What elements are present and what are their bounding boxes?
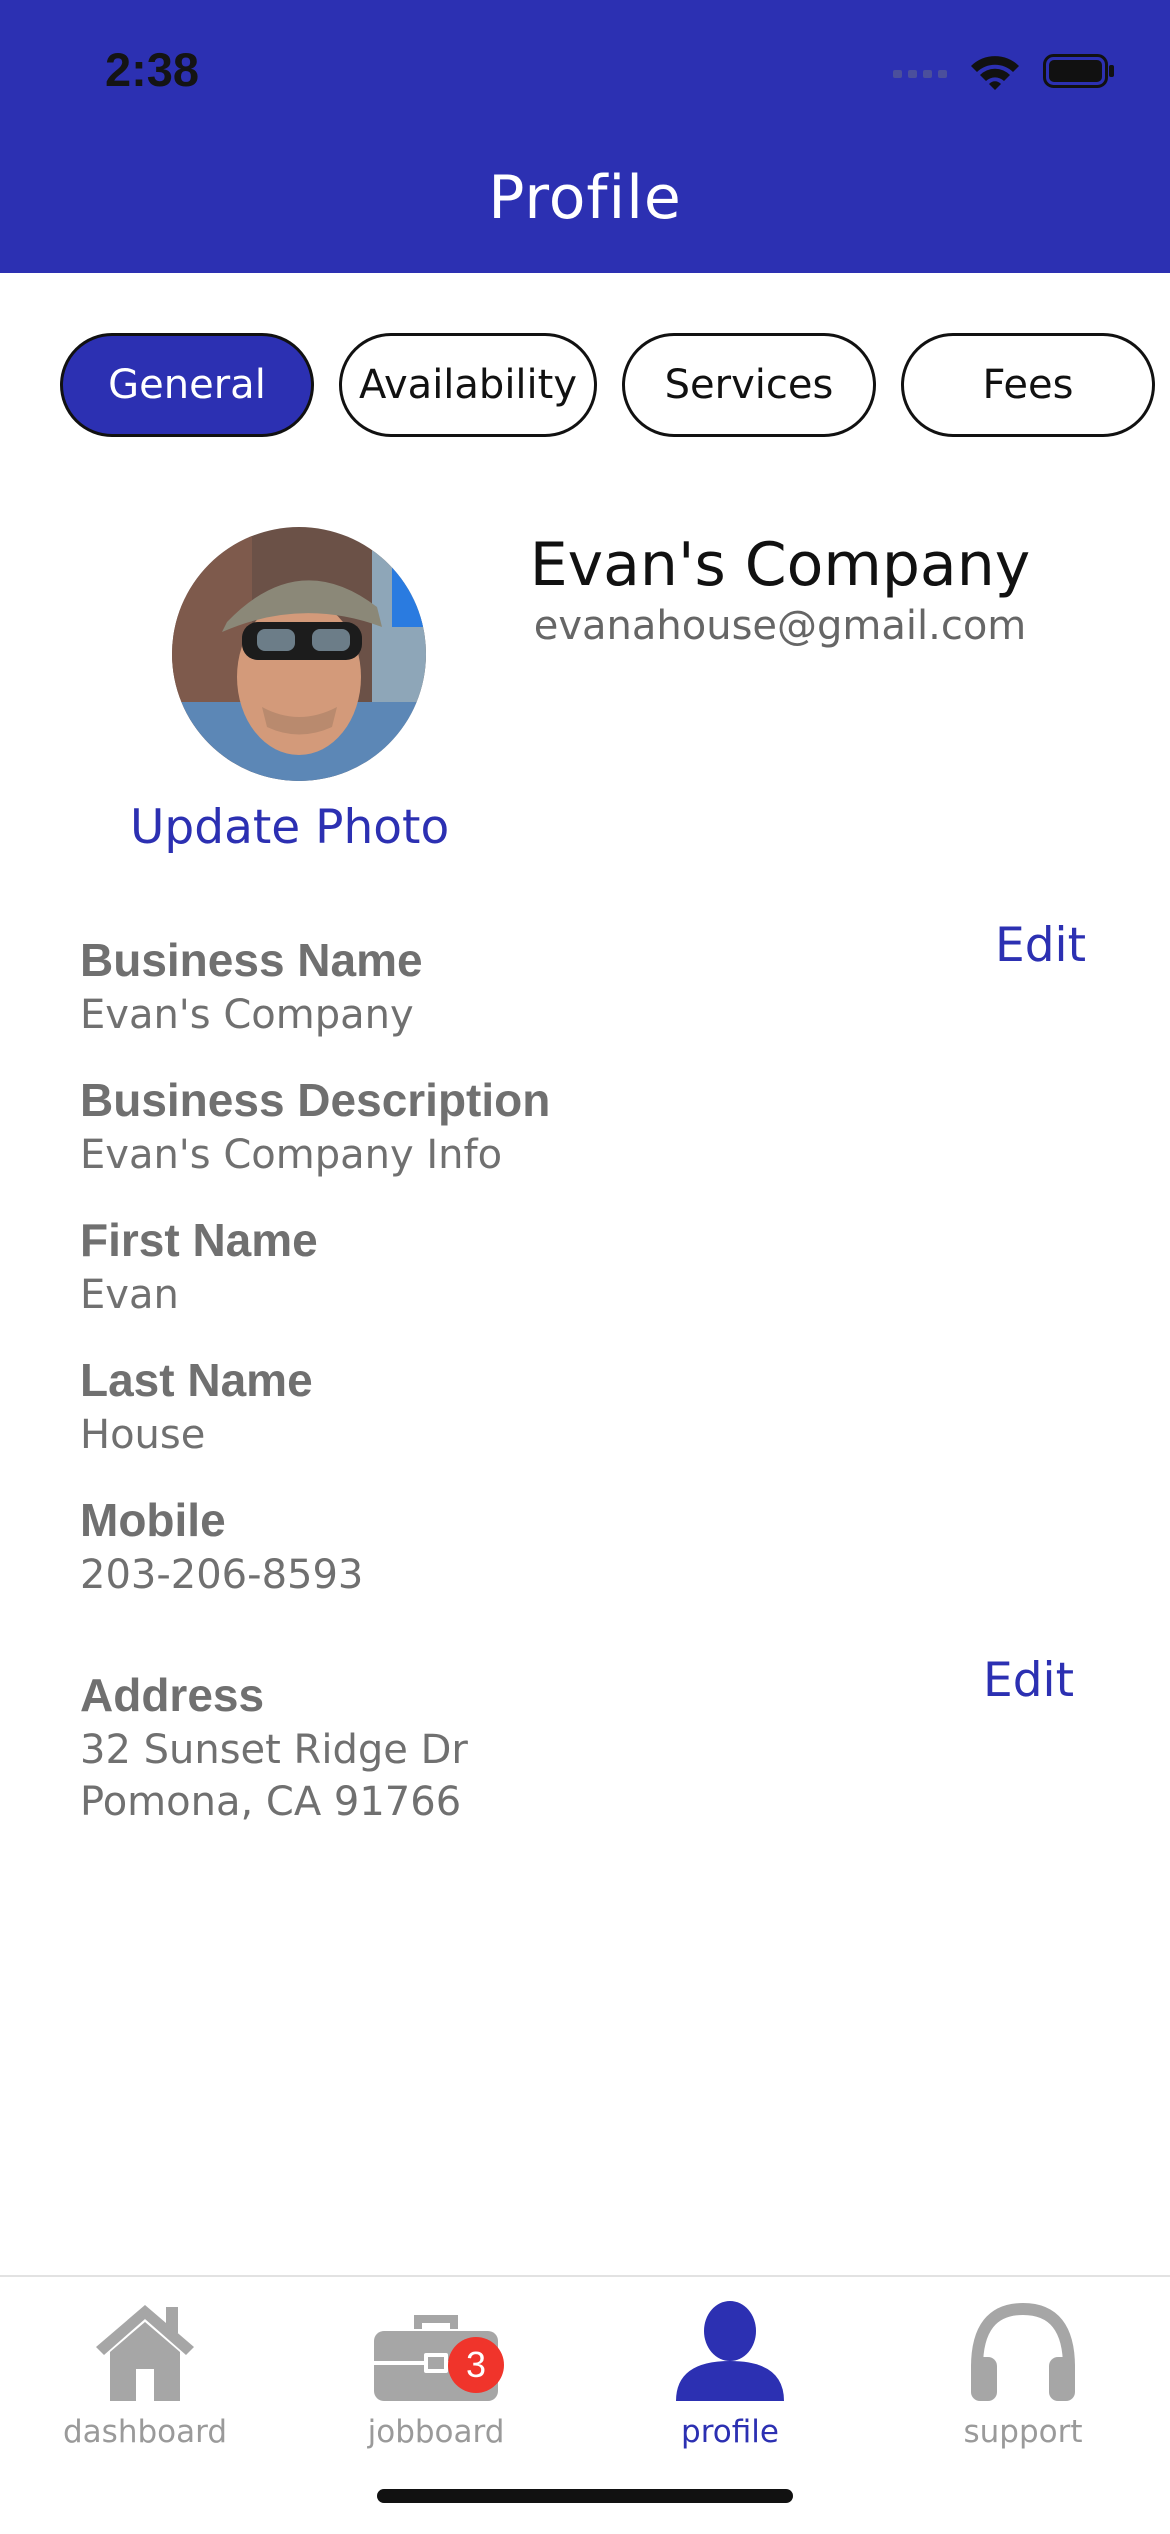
tabbar-label-jobboard: jobboard [367,2414,505,2450]
battery-icon [1043,54,1114,88]
business-name-label: Business Name [80,934,423,986]
last-name-value: House [80,1412,206,1458]
first-name-label: First Name [80,1214,318,1266]
tabbar-item-dashboard[interactable]: dashboard [45,2297,245,2450]
wifi-icon [971,56,1019,90]
business-description-value: Evan's Company Info [80,1132,503,1178]
status-time: 2:38 [105,43,200,96]
tabbar-label-dashboard: dashboard [63,2414,227,2450]
mobile-label: Mobile [80,1494,226,1546]
address-label: Address [80,1669,265,1721]
tabbar-item-jobboard[interactable]: 3 jobboard [336,2297,536,2450]
business-description-label: Business Description [80,1074,551,1126]
tab-services[interactable]: Services [622,333,876,437]
home-indicator[interactable] [377,2489,793,2503]
address-line2: Pomona, CA 91766 [80,1779,462,1825]
profile-photo [172,527,426,781]
avatar[interactable] [172,527,426,781]
tabbar-item-profile[interactable]: profile [630,2297,830,2450]
first-name-value: Evan [80,1272,179,1318]
profile-tabs: General Availability Services Fees [60,333,1155,437]
mobile-value: 203-206-8593 [80,1552,364,1598]
edit-address-button[interactable]: Edit [983,1653,1074,1708]
tabbar-label-profile: profile [681,2414,779,2450]
signal-icon [893,70,947,78]
company-email: evanahouse@gmail.com [533,603,1027,649]
edit-business-info-button[interactable]: Edit [995,918,1086,973]
last-name-label: Last Name [80,1354,313,1406]
update-photo-link[interactable]: Update Photo [130,800,449,855]
house-icon [96,2305,194,2401]
bottom-tab-bar: dashboard 3 jobboard profile support [0,2275,1170,2534]
headphones-icon [971,2302,1075,2401]
company-name: Evan's Company [529,530,1031,600]
status-icons [893,52,1115,90]
tab-fees[interactable]: Fees [901,333,1155,437]
header-bar: 2:38 Profile [0,0,1170,273]
tabbar-label-support: support [963,2414,1083,2450]
address-line1: 32 Sunset Ridge Dr [80,1727,468,1773]
tabbar-item-support[interactable]: support [923,2297,1123,2450]
tab-availability[interactable]: Availability [339,333,597,437]
jobboard-badge: 3 [448,2337,504,2393]
person-icon [676,2301,784,2401]
page-title: Profile [488,163,682,233]
tab-general[interactable]: General [60,333,314,437]
business-name-value: Evan's Company [80,992,414,1038]
